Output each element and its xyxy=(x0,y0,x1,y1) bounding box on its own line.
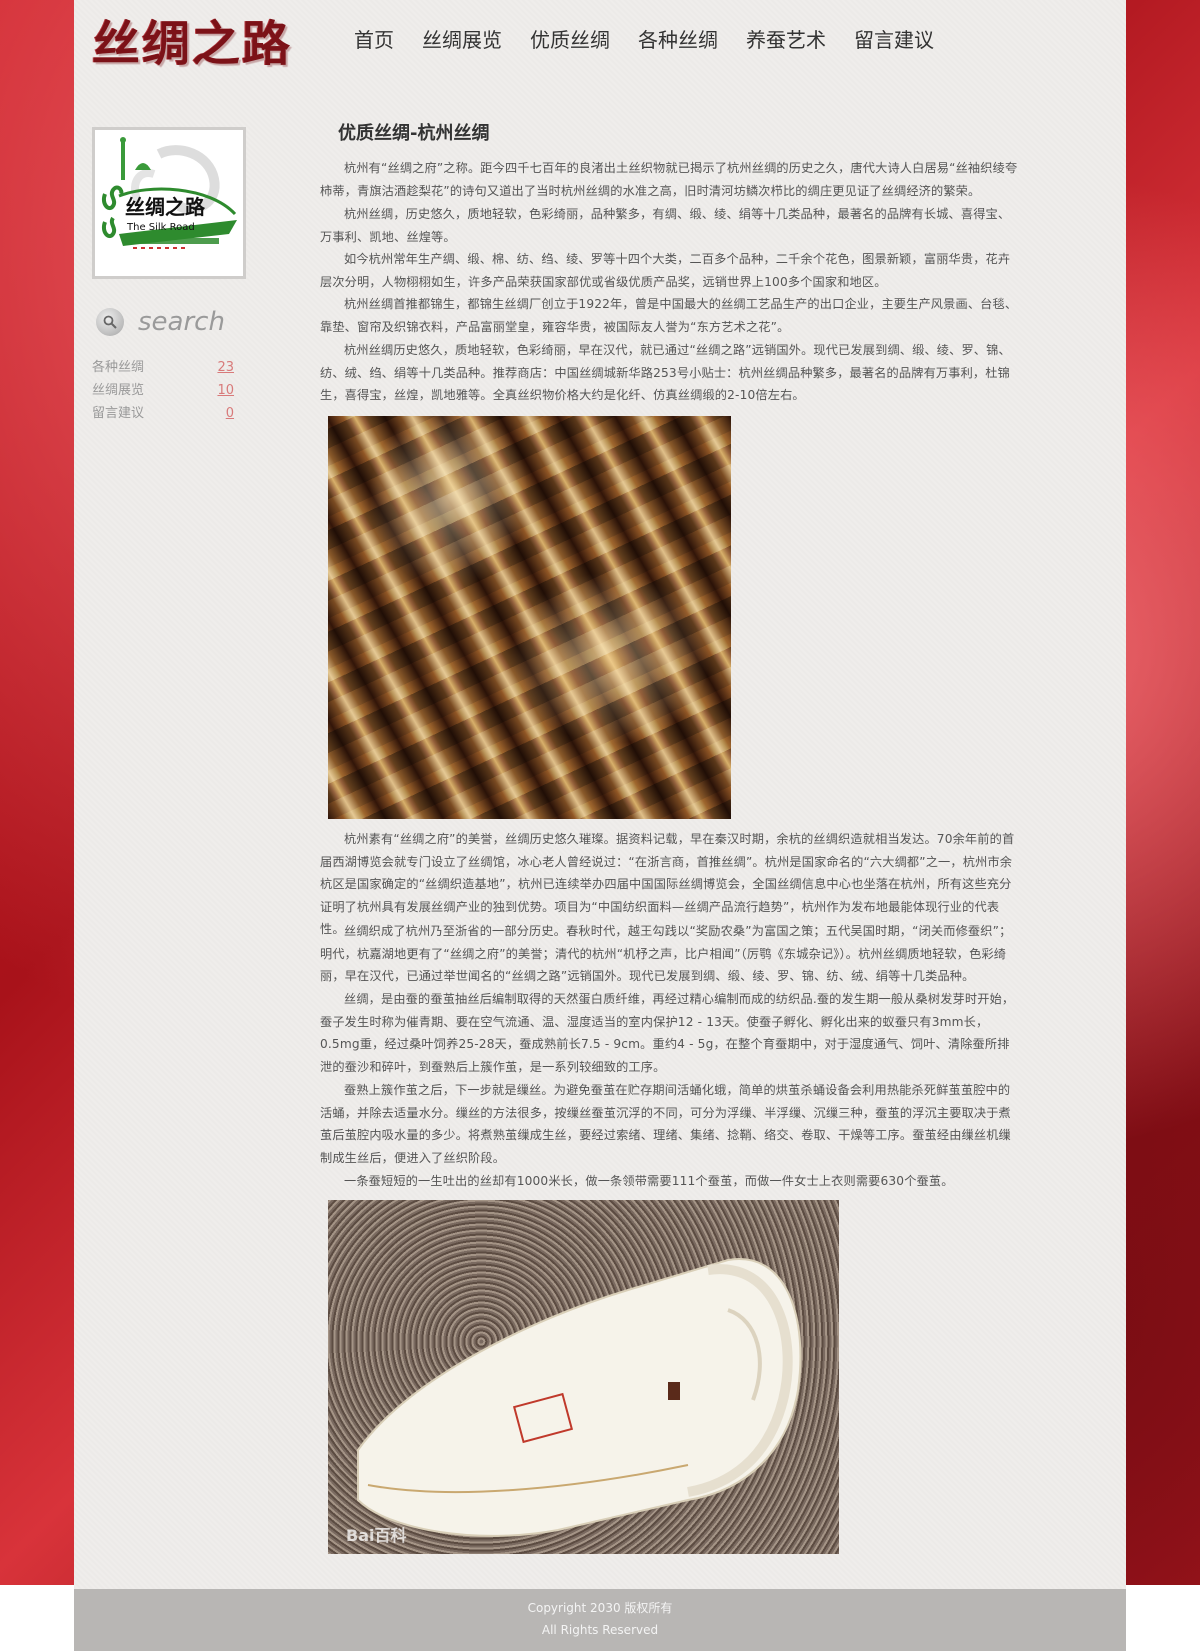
category-item-silk-exhibition[interactable]: 丝绸展览 10 xyxy=(92,379,234,402)
baike-watermark: Bai百科 xyxy=(346,1526,407,1545)
category-count[interactable]: 10 xyxy=(217,379,234,402)
category-label[interactable]: 留言建议 xyxy=(92,402,144,425)
logo-cn-text: 丝绸之路 xyxy=(125,195,206,219)
article-paragraph: 杭州丝绸首推都锦生，都锦生丝绸厂创立于1922年，曾是中国最大的丝绸工艺品生产的… xyxy=(320,297,1018,334)
search-button[interactable] xyxy=(96,308,124,336)
nav-quality-silk[interactable]: 优质丝绸 xyxy=(530,22,610,62)
nav-feedback[interactable]: 留言建议 xyxy=(854,22,934,62)
article-paragraph: 杭州丝绸，历史悠久，质地轻软，色彩绮丽，品种繁多，有绸、缎、绫、绢等十几类品种，… xyxy=(320,207,1011,244)
silk-road-emblem-icon: 丝绸之路 The Silk Road xyxy=(102,137,237,249)
silk-fabric-image xyxy=(328,416,731,819)
nav-various-silk[interactable]: 各种丝绸 xyxy=(638,22,718,62)
article-paragraph: 丝绸，是由蚕的蚕茧抽丝后编制取得的天然蛋白质纤维，再经过精心编制而成的纺织品.蚕… xyxy=(320,992,1015,1074)
search-icon xyxy=(103,315,117,329)
category-count[interactable]: 0 xyxy=(226,402,234,425)
article-paragraph: 丝绸织成了杭州乃至浙省的一部分历史。春秋时代，越王勾践以“奖励农桑”为富国之策；… xyxy=(320,924,1012,984)
silk-road-logo: 丝绸之路 The Silk Road xyxy=(92,127,246,279)
search-input[interactable] xyxy=(138,306,248,338)
article-paragraph: 蚕熟上簇作茧之后，下一步就是缫丝。为避免蚕茧在贮存期间活蛹化蛾，简单的烘茧杀蛹设… xyxy=(320,1083,1011,1165)
article-paragraph: 一条蚕短短的一生吐出的丝却有1000米长，做一条领带需要111个蚕茧，而做一件女… xyxy=(344,1174,954,1188)
footer-copyright: Copyright 2030 版权所有 xyxy=(527,1601,673,1615)
nav-sericulture[interactable]: 养蚕艺术 xyxy=(746,22,826,62)
search-box xyxy=(96,306,248,340)
footer-rights: All Rights Reserved xyxy=(541,1623,659,1637)
silk-quilt-image: Bai百科 xyxy=(328,1200,839,1554)
main-nav: 首页 丝绸展览 优质丝绸 各种丝绸 养蚕艺术 留言建议 xyxy=(354,22,962,62)
site-logo[interactable]: 丝绸之路 xyxy=(92,14,312,74)
category-count[interactable]: 23 xyxy=(217,356,234,379)
article-paragraph: 杭州有“丝绸之府”之称。距今四千七百年的良渚出土丝织物就已揭示了杭州丝绸的历史之… xyxy=(320,161,1018,198)
category-item-feedback[interactable]: 留言建议 0 xyxy=(92,402,234,425)
nav-silk-exhibition[interactable]: 丝绸展览 xyxy=(422,22,502,62)
page-footer: Copyright 2030 版权所有 All Rights Reserved xyxy=(74,1589,1126,1651)
category-list: 各种丝绸 23 丝绸展览 10 留言建议 0 xyxy=(92,356,234,425)
article-title: 优质丝绸-杭州丝绸 xyxy=(338,123,490,144)
article-paragraph: 杭州丝绸历史悠久，质地轻软，色彩绮丽，早在汉代，就已通过“丝绸之路”远销国外。现… xyxy=(320,343,1011,403)
category-item-various-silk[interactable]: 各种丝绸 23 xyxy=(92,356,234,379)
logo-en-text: The Silk Road xyxy=(126,222,195,233)
nav-home[interactable]: 首页 xyxy=(354,22,394,62)
quilt-illustration xyxy=(357,1258,802,1537)
category-label[interactable]: 各种丝绸 xyxy=(92,356,144,379)
article-paragraph: 如今杭州常年生产绸、缎、棉、纺、绉、绫、罗等十四个大类，二百多个品种，二千余个花… xyxy=(320,252,1011,289)
category-label[interactable]: 丝绸展览 xyxy=(92,379,144,402)
